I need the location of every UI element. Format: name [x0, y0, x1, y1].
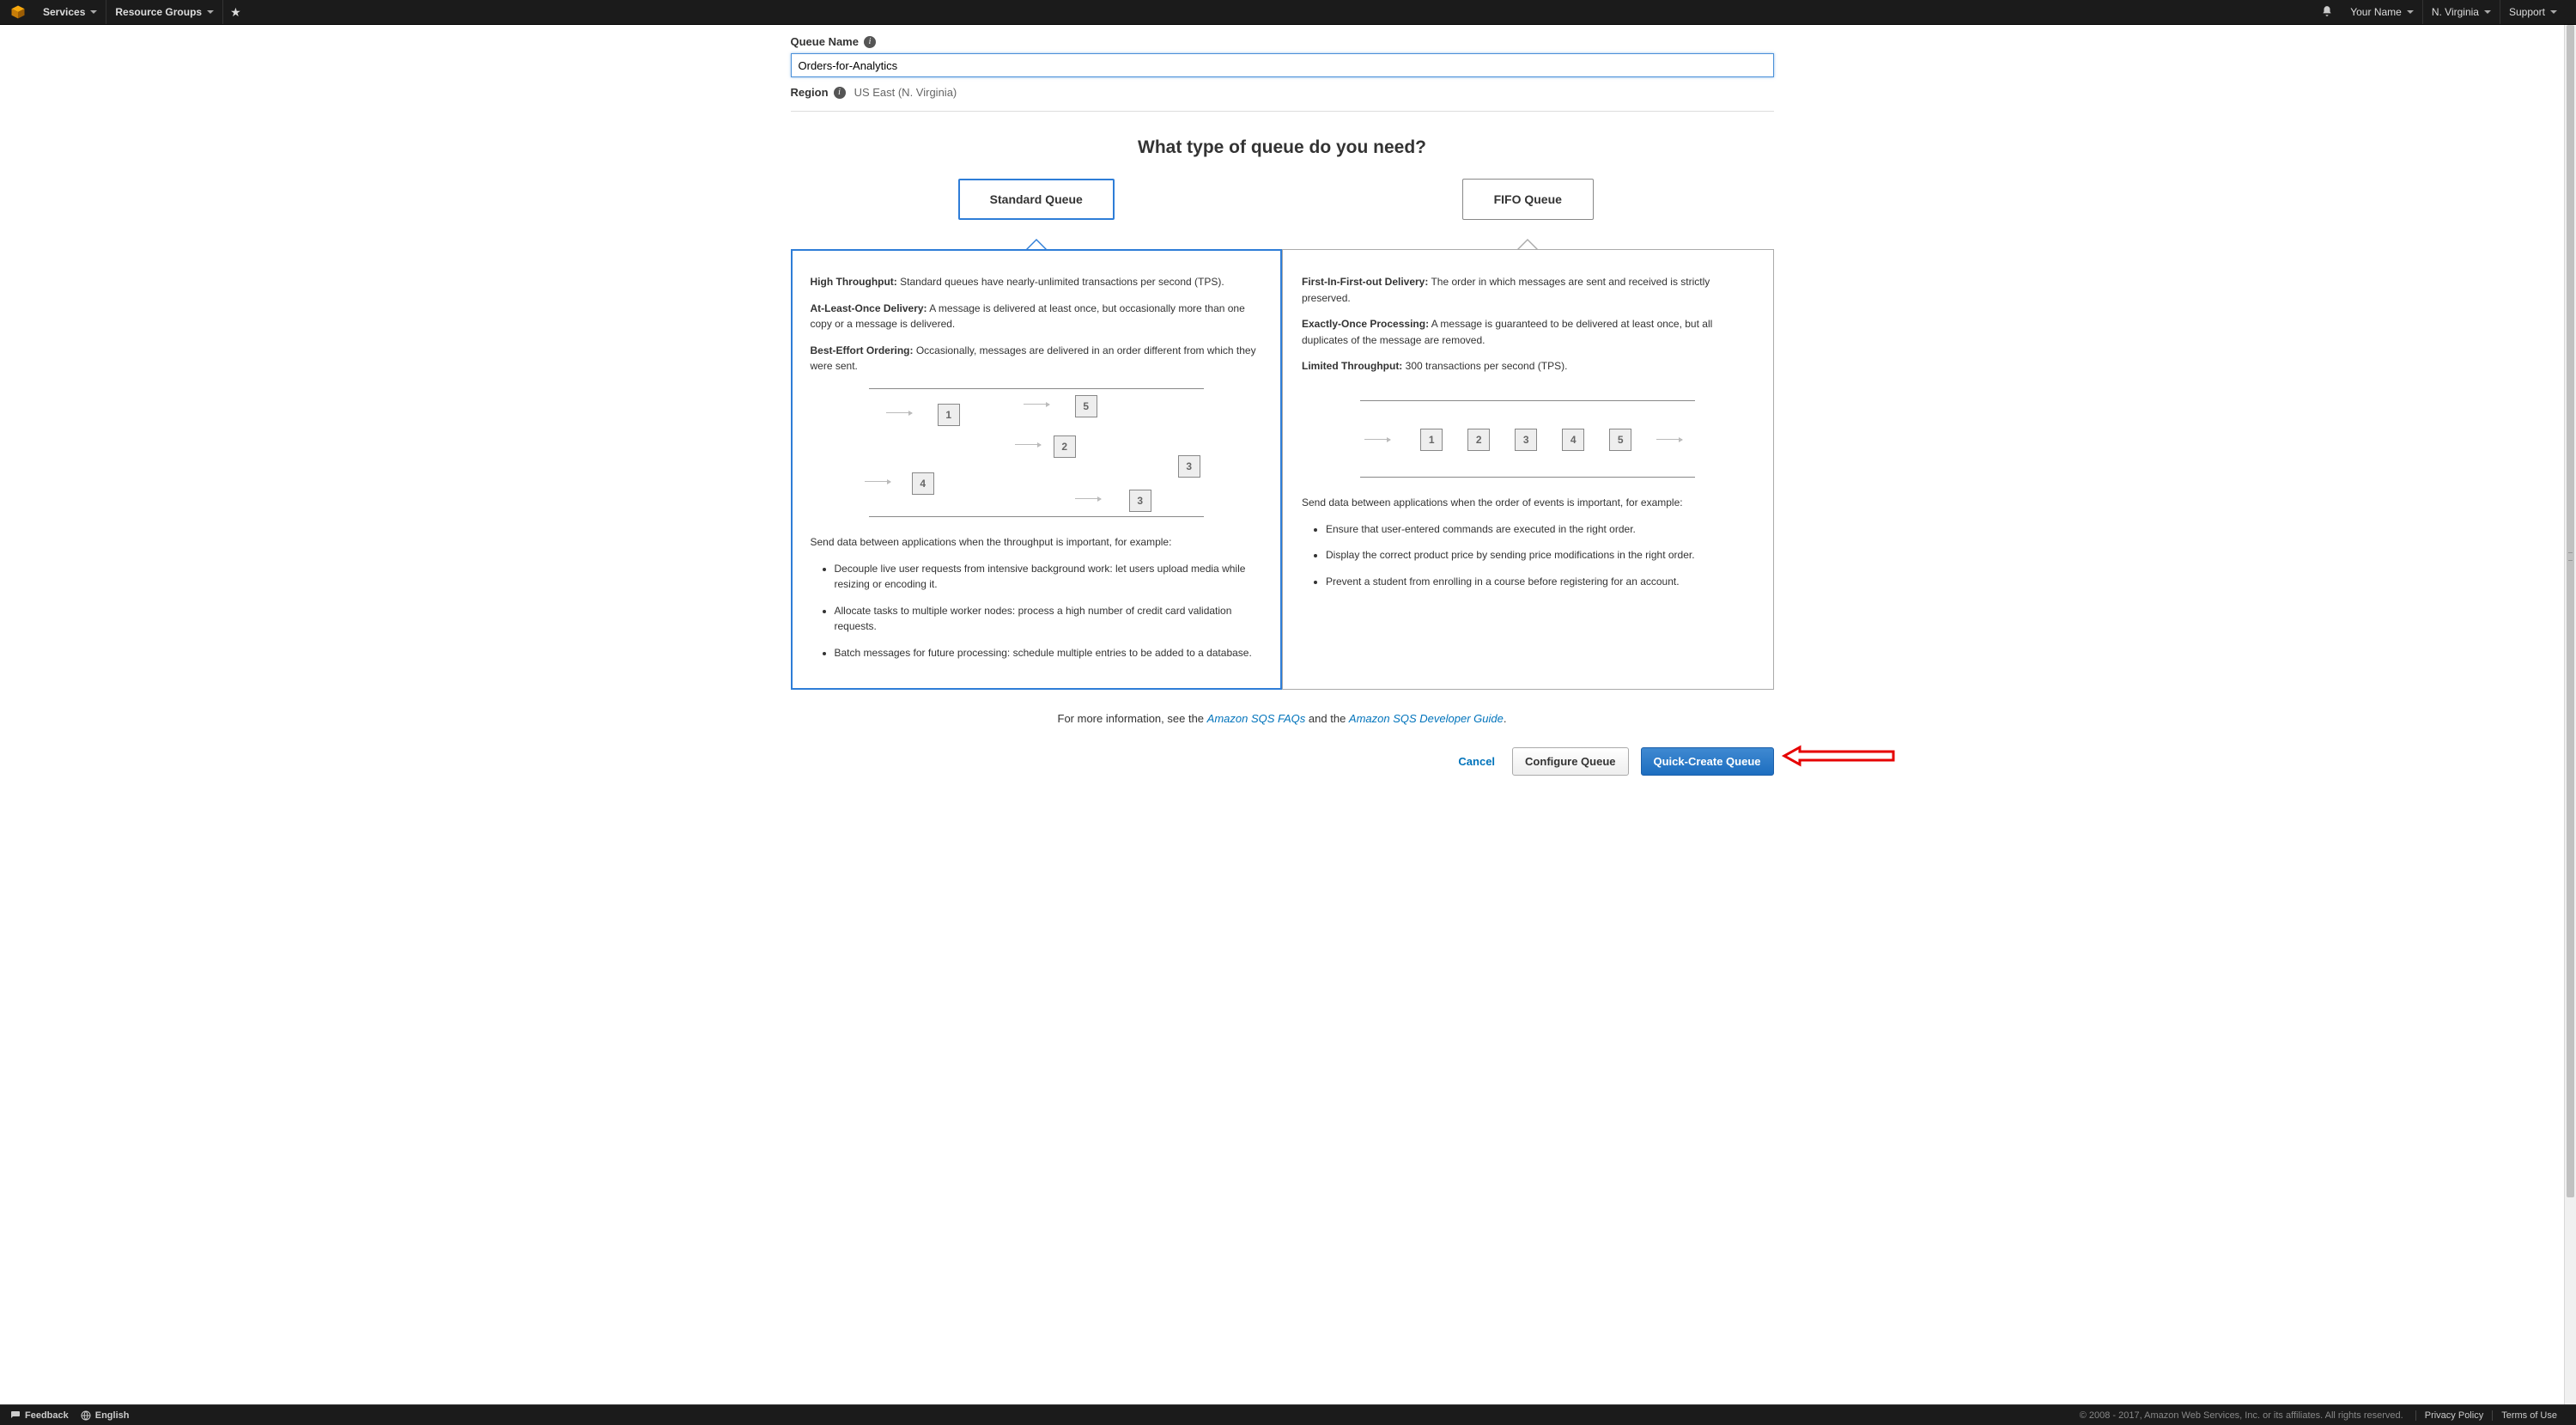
notifications-icon[interactable]	[2312, 5, 2342, 20]
more-info-text: For more information, see the Amazon SQS…	[791, 712, 1774, 725]
nav-resource-groups-label: Resource Groups	[115, 6, 202, 18]
fifo-lt-label: Limited Throughput:	[1302, 360, 1402, 372]
fifo-eop-label: Exactly-Once Processing:	[1302, 318, 1429, 330]
queue-name-input[interactable]	[791, 53, 1774, 77]
nav-support-label: Support	[2509, 6, 2545, 18]
std-alo-label: At-Least-Once Delivery:	[811, 302, 927, 314]
region-label: Region	[791, 86, 829, 99]
copyright-text: © 2008 - 2017, Amazon Web Services, Inc.…	[2080, 1410, 2403, 1421]
fifo-use-2: Display the correct product price by sen…	[1326, 547, 1754, 563]
nav-services[interactable]: Services	[34, 0, 106, 24]
std-use-1: Decouple live user requests from intensi…	[835, 561, 1263, 593]
nav-user-label: Your Name	[2350, 6, 2402, 18]
fifo-use-intro: Send data between applications when the …	[1302, 495, 1754, 511]
fifo-lt-text: 300 transactions per second (TPS).	[1402, 360, 1567, 372]
std-ht-text: Standard queues have nearly-unlimited tr…	[897, 276, 1224, 288]
footer: Feedback English © 2008 - 2017, Amazon W…	[0, 1404, 2576, 1425]
queue-name-label: Queue Name	[791, 35, 859, 48]
pin-icon[interactable]: ★	[223, 5, 248, 20]
standard-queue-label: Standard Queue	[958, 179, 1115, 220]
topnav: Services Resource Groups ★ Your Name N. …	[0, 0, 2576, 25]
fifo-diagram: 1 2 3 4 5	[1343, 400, 1712, 478]
std-use-intro: Send data between applications when the …	[811, 534, 1263, 551]
feedback-link[interactable]: Feedback	[10, 1410, 69, 1421]
sqs-faqs-link[interactable]: Amazon SQS FAQs	[1207, 712, 1306, 725]
standard-diagram: 1 5 2 3 4 3	[852, 388, 1221, 517]
nav-region[interactable]: N. Virginia	[2423, 0, 2500, 24]
terms-of-use-link[interactable]: Terms of Use	[2492, 1410, 2566, 1421]
std-beo-label: Best-Effort Ordering:	[811, 344, 914, 356]
privacy-policy-link[interactable]: Privacy Policy	[2415, 1410, 2492, 1421]
fifo-use-3: Prevent a student from enrolling in a co…	[1326, 574, 1754, 590]
language-selector[interactable]: English	[81, 1410, 130, 1421]
tutorial-arrow-icon	[1781, 744, 1897, 768]
info-icon[interactable]: i	[864, 36, 876, 48]
fifo-d-label: First-In-First-out Delivery:	[1302, 276, 1428, 288]
nav-support[interactable]: Support	[2500, 0, 2566, 24]
standard-queue-card: High Throughput: Standard queues have ne…	[791, 249, 1283, 690]
quick-create-queue-button[interactable]: Quick-Create Queue	[1641, 747, 1774, 776]
standard-queue-option[interactable]: Standard Queue	[791, 179, 1283, 220]
action-row: Cancel Configure Queue Quick-Create Queu…	[791, 742, 1774, 779]
nav-resource-groups[interactable]: Resource Groups	[106, 0, 223, 24]
vertical-scrollbar[interactable]	[2564, 25, 2576, 1404]
cancel-link[interactable]: Cancel	[1458, 755, 1495, 768]
sqs-devguide-link[interactable]: Amazon SQS Developer Guide	[1349, 712, 1504, 725]
nav-user[interactable]: Your Name	[2342, 0, 2423, 24]
nav-services-label: Services	[43, 6, 85, 18]
region-value: US East (N. Virginia)	[854, 86, 957, 99]
aws-logo-icon[interactable]	[10, 4, 26, 20]
main-content: What do you want to name your queue? Que…	[0, 25, 2564, 1404]
fifo-queue-card: First-In-First-out Delivery: The order i…	[1282, 249, 1774, 690]
std-ht-label: High Throughput:	[811, 276, 897, 288]
type-section-heading: What type of queue do you need?	[791, 137, 1774, 158]
fifo-queue-label: FIFO Queue	[1462, 179, 1594, 220]
fifo-queue-option[interactable]: FIFO Queue	[1282, 179, 1774, 220]
fifo-use-1: Ensure that user-entered commands are ex…	[1326, 521, 1754, 538]
info-icon[interactable]: i	[834, 87, 846, 99]
std-use-2: Allocate tasks to multiple worker nodes:…	[835, 603, 1263, 635]
nav-region-label: N. Virginia	[2432, 6, 2479, 18]
std-use-3: Batch messages for future processing: sc…	[835, 645, 1263, 661]
configure-queue-button[interactable]: Configure Queue	[1512, 747, 1628, 776]
